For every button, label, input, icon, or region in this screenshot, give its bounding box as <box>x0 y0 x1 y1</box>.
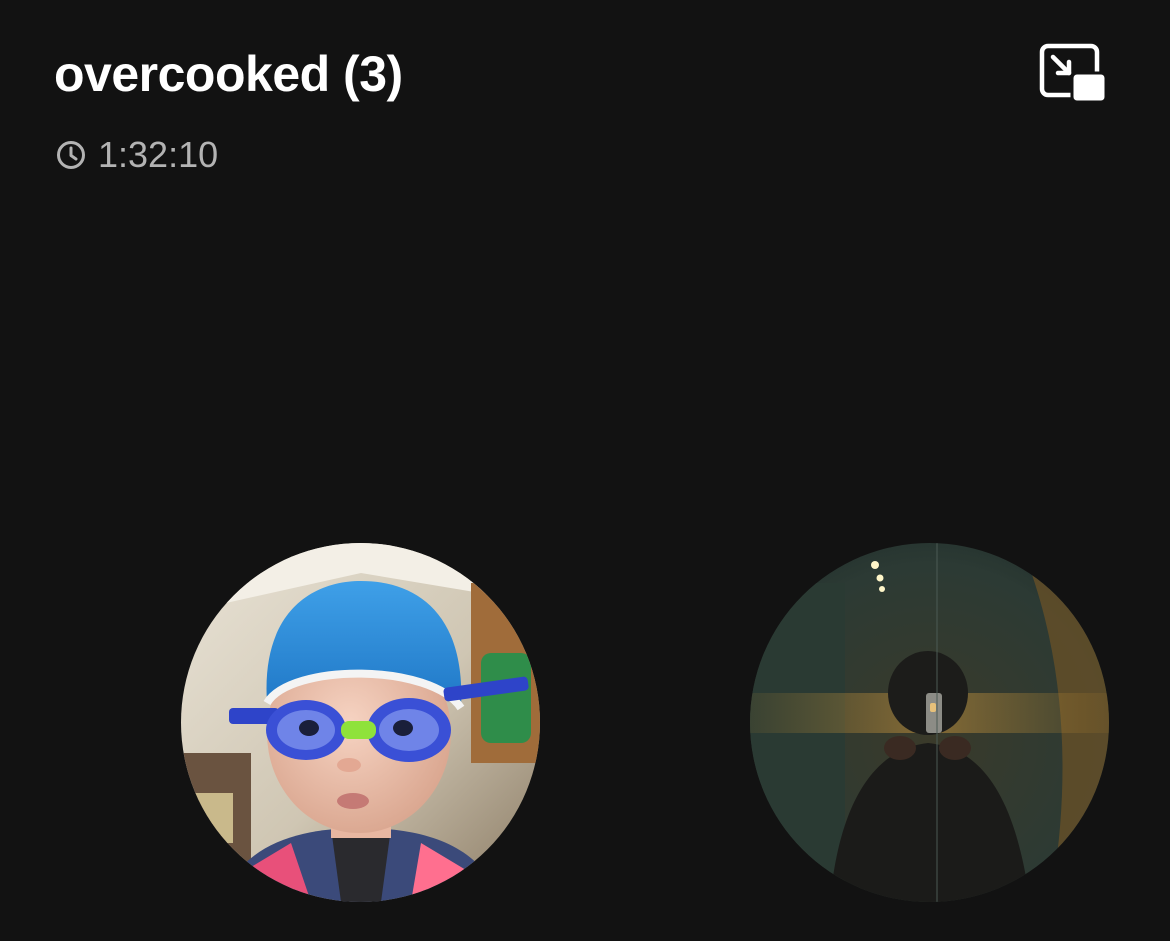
clock-icon <box>56 140 86 170</box>
call-duration: 1:32:10 <box>56 134 218 176</box>
participant-avatar-mirror-selfie[interactable] <box>750 543 1109 902</box>
call-title: overcooked (3) <box>54 46 403 102</box>
participant-avatar-child-goggles[interactable] <box>181 543 540 902</box>
picture-in-picture-button[interactable] <box>1036 40 1112 106</box>
call-duration-label: 1:32:10 <box>98 134 219 175</box>
picture-in-picture-exit-icon <box>1036 43 1112 110</box>
